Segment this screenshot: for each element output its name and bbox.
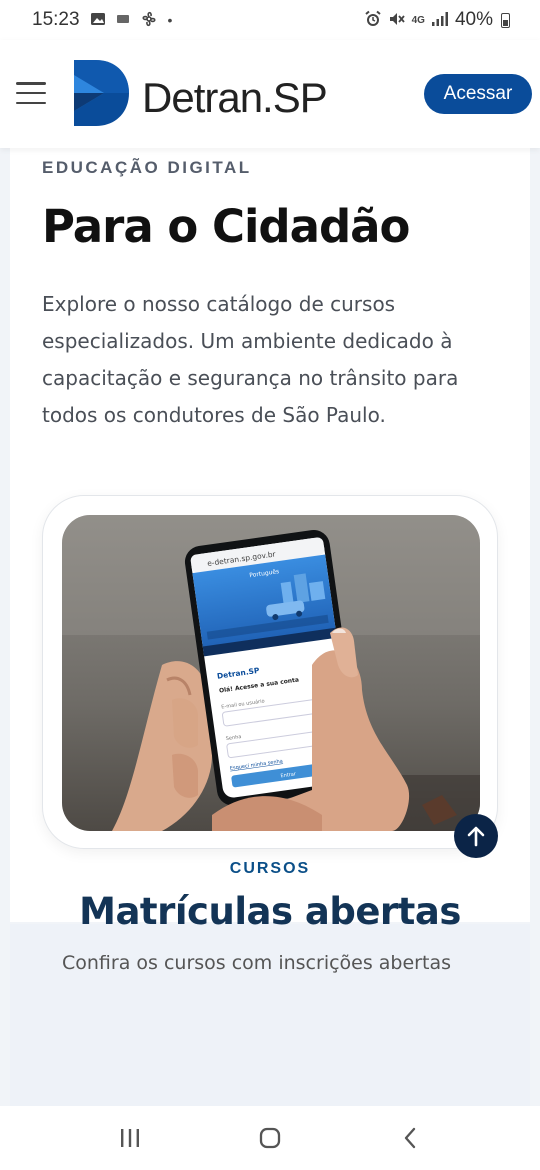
arrow-up-icon	[467, 826, 485, 847]
home-icon[interactable]	[240, 1118, 300, 1158]
4g-icon: 4G	[411, 14, 425, 26]
courses-eyebrow: CURSOS	[229, 860, 311, 877]
scroll-top-button[interactable]	[454, 814, 498, 858]
status-time: 15:23	[32, 9, 80, 30]
hero-image-frame: e-detran.sp.gov.br Português Detran.SP O…	[42, 495, 498, 849]
fan-icon	[140, 10, 158, 31]
acessar-button[interactable]: Acessar	[424, 74, 532, 114]
image-icon	[90, 12, 106, 29]
recent-apps-icon[interactable]	[100, 1118, 160, 1158]
hero-eyebrow: EDUCAÇÃO DIGITAL	[42, 158, 252, 177]
dot-icon: •	[167, 12, 173, 28]
hero-description: Explore o nosso catálogo de cursos espec…	[42, 292, 459, 427]
mute-icon	[388, 10, 406, 31]
signal-icon	[431, 11, 449, 30]
status-right: 4G 40%	[364, 9, 510, 31]
battery-percent: 40%	[454, 9, 493, 30]
phone-in-hand-illustration: e-detran.sp.gov.br Português Detran.SP O…	[62, 515, 480, 831]
hero-photo: e-detran.sp.gov.br Português Detran.SP O…	[62, 515, 480, 831]
status-left: 15:23 •	[32, 9, 172, 31]
sim-icon	[116, 12, 130, 28]
battery-icon	[501, 12, 510, 28]
courses-title: Matrículas abertas	[79, 890, 461, 933]
page-title: Para o Cidadão	[42, 200, 410, 253]
site-header: Detran.SP Acessar	[0, 40, 540, 148]
detran-logo-mark	[74, 60, 129, 126]
logo-text: Detran.SP	[142, 74, 328, 121]
courses-partial-text: Confira os cursos com inscrições abertas	[62, 952, 451, 974]
hero-card: EDUCAÇÃO DIGITAL Para o Cidadão Explore …	[10, 148, 530, 922]
back-icon[interactable]	[380, 1118, 440, 1158]
android-nav-bar	[0, 1106, 540, 1170]
detran-logo[interactable]: Detran.SP	[72, 59, 328, 127]
hamburger-icon[interactable]	[16, 82, 46, 104]
status-bar: 15:23 • 4G 40%	[0, 0, 540, 40]
alarm-icon	[364, 10, 382, 31]
